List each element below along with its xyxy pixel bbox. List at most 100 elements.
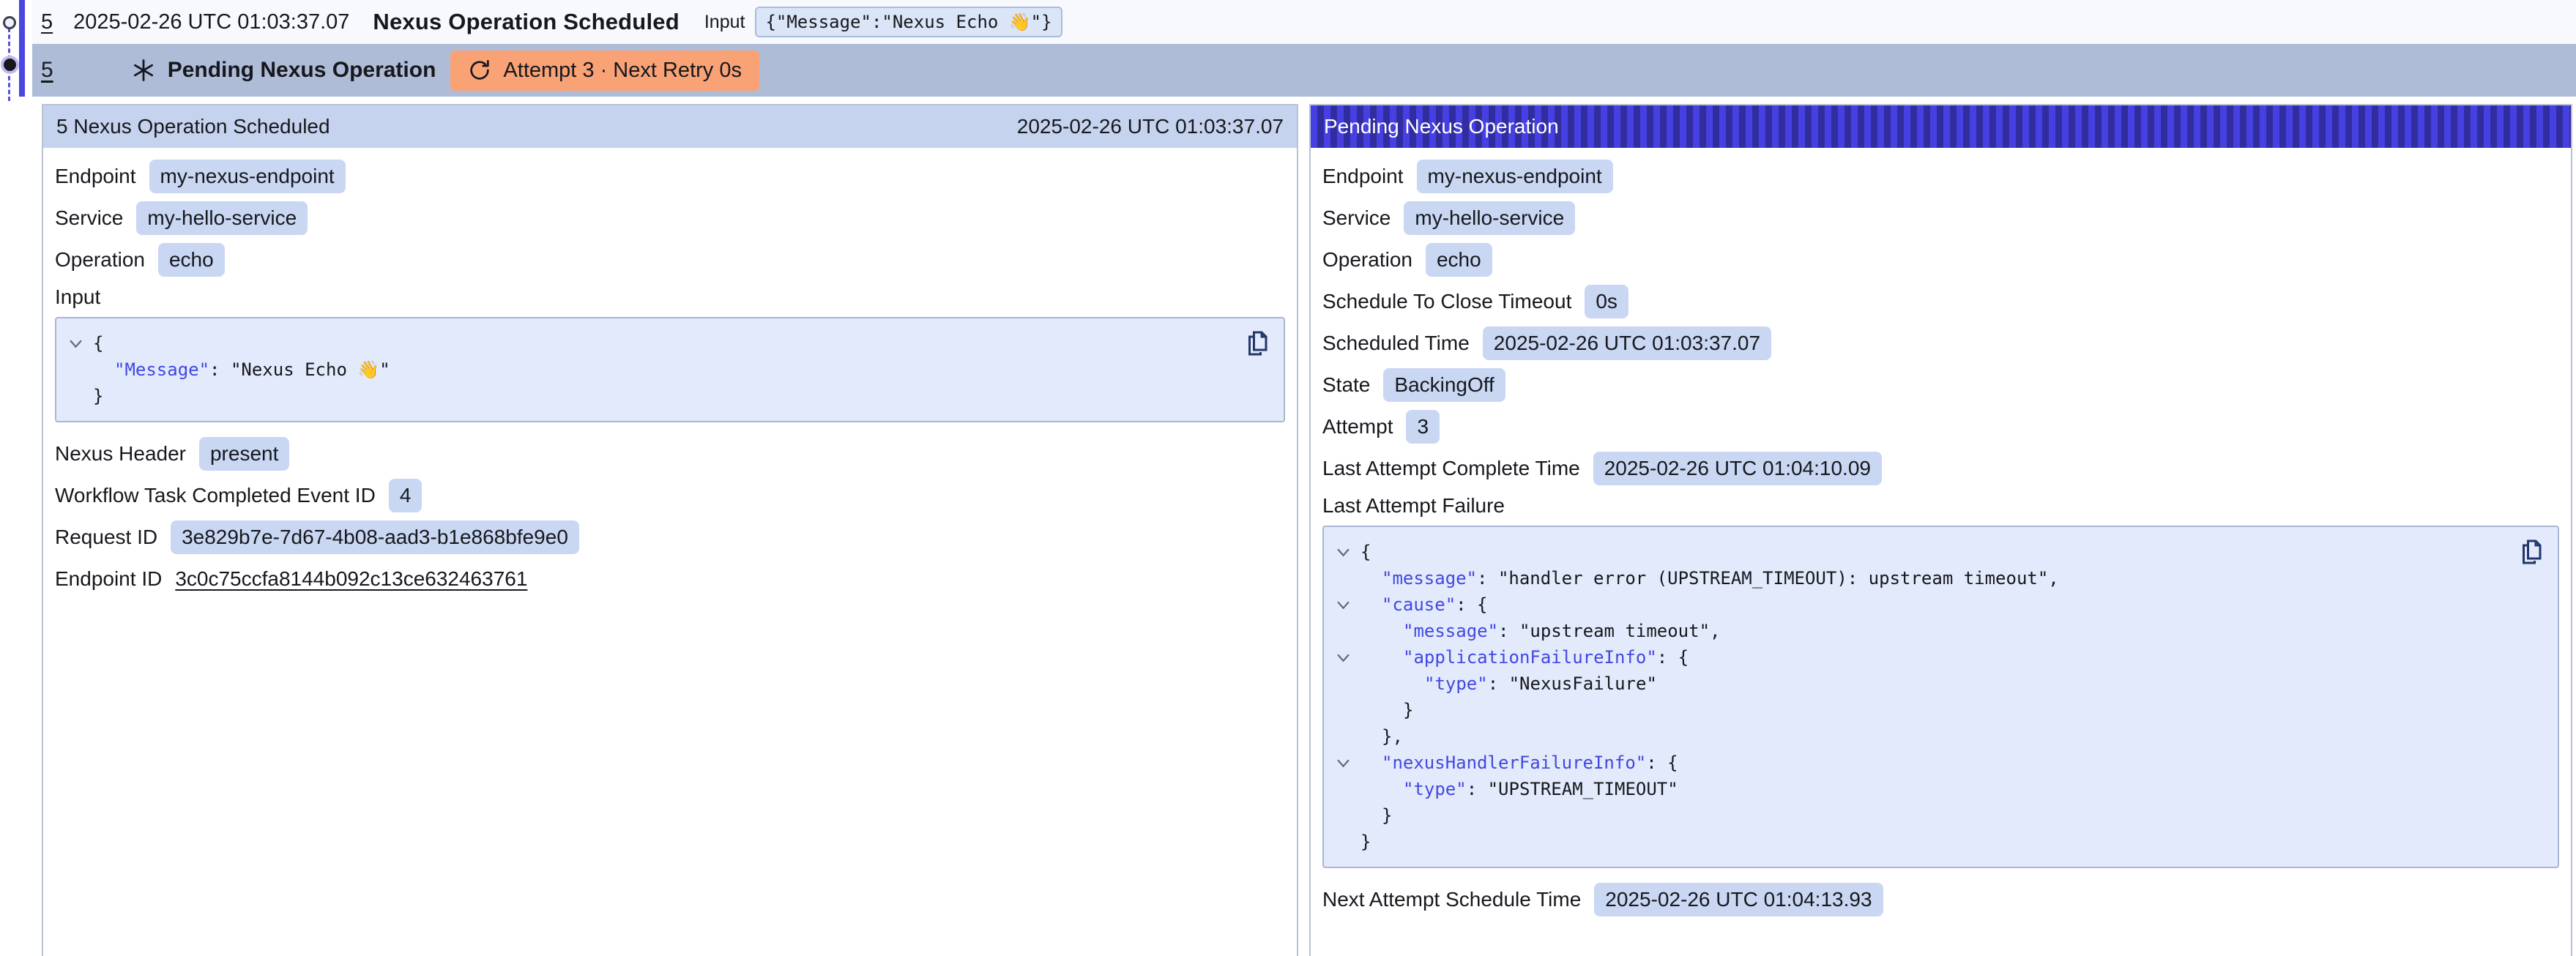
json-key: "message" xyxy=(1403,621,1498,641)
collapse-caret-icon[interactable] xyxy=(70,339,93,348)
field-label: Endpoint xyxy=(1322,165,1404,188)
field-label: Nexus Header xyxy=(55,442,186,466)
retry-badge-text: Attempt 3 · Next Retry 0s xyxy=(503,59,742,83)
field-value-badge: my-nexus-endpoint xyxy=(1417,160,1613,193)
field-label: Service xyxy=(55,206,123,230)
json-value: : "UPSTREAM_TIMEOUT" xyxy=(1467,779,1678,799)
workflow-event-history: 5 2025-02-26 UTC 01:03:37.07 Nexus Opera… xyxy=(0,0,2576,956)
field-label: Last Attempt Complete Time xyxy=(1322,457,1580,480)
json-line-text: } xyxy=(1403,697,1413,723)
field-value-badge: echo xyxy=(158,243,225,277)
pending-operation-panel: Pending Nexus Operation Endpoint my-nexu… xyxy=(1309,104,2572,956)
json-line: "applicationFailureInfo": { xyxy=(1337,644,2545,671)
retry-attempt-badge[interactable]: Attempt 3 · Next Retry 0s xyxy=(450,51,759,91)
event-id-link[interactable]: 5 xyxy=(41,58,53,83)
field-label: Operation xyxy=(1322,248,1412,272)
field-row: Endpoint my-nexus-endpoint xyxy=(1322,155,2559,197)
field-row: Operation echo xyxy=(55,239,1285,280)
panel-title: Pending Nexus Operation xyxy=(1324,115,1559,138)
endpoint-id-link[interactable]: 3c0c75ccfa8144b092c13ce632463761 xyxy=(175,567,527,591)
json-value: } xyxy=(1382,805,1392,826)
field-label: Endpoint ID xyxy=(55,567,162,591)
collapse-caret-icon[interactable] xyxy=(1337,600,1360,610)
selected-event-indicator-bar xyxy=(19,0,25,97)
field-label: Endpoint xyxy=(55,165,136,188)
json-line: } xyxy=(1337,697,2545,723)
json-line-text: "type": "NexusFailure" xyxy=(1424,671,1657,697)
field-value-badge: 4 xyxy=(389,479,422,512)
timeline-node-current-icon xyxy=(4,59,16,71)
field-value-badge: 3 xyxy=(1406,410,1440,444)
json-key: "type" xyxy=(1424,673,1488,694)
event-timestamp: 2025-02-26 UTC 01:03:37.07 xyxy=(73,10,349,34)
json-line: }, xyxy=(1337,723,2545,750)
event-row-pending[interactable]: 5 Pending Nexus Operation Attempt 3 · Ne… xyxy=(32,44,2576,97)
field-row: Endpoint ID 3c0c75ccfa8144b092c13ce63246… xyxy=(55,558,1285,600)
field-value-badge: 2025-02-26 UTC 01:04:13.93 xyxy=(1594,883,1883,916)
field-row: Workflow Task Completed Event ID 4 xyxy=(55,474,1285,516)
json-value: { xyxy=(93,333,103,354)
fields-top: Endpoint my-nexus-endpoint Service my-he… xyxy=(1322,155,2559,489)
field-value-badge: 0s xyxy=(1585,285,1628,318)
failure-json-viewer: { "message": "handler error (UPSTREAM_TI… xyxy=(1322,526,2559,868)
retry-icon xyxy=(468,59,491,82)
json-line-text: "cause": { xyxy=(1382,591,1488,618)
field-label: Next Attempt Schedule Time xyxy=(1322,888,1581,911)
json-key: "Message" xyxy=(114,359,209,380)
field-value-badge: present xyxy=(199,437,289,471)
json-line: "type": "UPSTREAM_TIMEOUT" xyxy=(1337,776,2545,802)
json-line-text: { xyxy=(1360,539,1371,565)
json-line: { xyxy=(1337,539,2545,565)
input-section-label: Input xyxy=(55,280,1285,314)
json-value: : "handler error (UPSTREAM_TIMEOUT): ups… xyxy=(1477,568,2059,589)
field-value-badge: echo xyxy=(1426,243,1492,277)
json-value: { xyxy=(1360,542,1371,562)
pending-panel-body: Endpoint my-nexus-endpoint Service my-he… xyxy=(1311,148,2571,927)
field-row: Service my-hello-service xyxy=(55,197,1285,239)
input-preview-pill[interactable]: {"Message":"Nexus Echo 👋"} xyxy=(755,7,1062,37)
json-value: : "NexusFailure" xyxy=(1488,673,1657,694)
field-label: State xyxy=(1322,373,1370,397)
field-row: Operation echo xyxy=(1322,239,2559,280)
json-value: : "upstream timeout", xyxy=(1498,621,1720,641)
field-row: State BackingOff xyxy=(1322,364,2559,406)
json-line: "Message": "Nexus Echo 👋" xyxy=(70,356,1270,383)
field-label: Operation xyxy=(55,248,145,272)
collapse-caret-icon[interactable] xyxy=(1337,653,1360,662)
input-json-viewer: { "Message": "Nexus Echo 👋" xyxy=(55,317,1285,422)
collapse-caret-icon[interactable] xyxy=(1337,758,1360,768)
field-value-badge: 2025-02-26 UTC 01:04:10.09 xyxy=(1593,452,1882,485)
field-row: Last Attempt Complete Time 2025-02-26 UT… xyxy=(1322,447,2559,489)
json-line: "nexusHandlerFailureInfo": { xyxy=(1337,750,2545,776)
json-line-text: } xyxy=(93,383,103,409)
event-detail-area: 5 Nexus Operation Scheduled 2025-02-26 U… xyxy=(0,104,2576,956)
scheduled-event-panel: 5 Nexus Operation Scheduled 2025-02-26 U… xyxy=(42,104,1298,956)
json-value: : { xyxy=(1646,753,1678,773)
field-label: Request ID xyxy=(55,526,157,549)
json-value: : { xyxy=(1657,647,1689,668)
pending-operation-title: Pending Nexus Operation xyxy=(168,58,436,83)
field-label: Schedule To Close Timeout xyxy=(1322,290,1571,313)
fields-top: Endpoint my-nexus-endpoint Service my-he… xyxy=(55,155,1285,280)
json-line-text: "applicationFailureInfo": { xyxy=(1403,644,1689,671)
copy-button[interactable] xyxy=(2518,537,2545,567)
json-line-text: "type": "UPSTREAM_TIMEOUT" xyxy=(1403,776,1678,802)
json-line-text: "Message": "Nexus Echo 👋" xyxy=(114,356,390,383)
json-key: "message" xyxy=(1382,568,1477,589)
json-line: { xyxy=(70,330,1270,356)
scheduled-panel-body: Endpoint my-nexus-endpoint Service my-he… xyxy=(43,148,1297,607)
json-lines: { "message": "handler error (UPSTREAM_TI… xyxy=(1337,539,2545,855)
json-value: }, xyxy=(1382,726,1403,747)
field-row: Next Attempt Schedule Time 2025-02-26 UT… xyxy=(1322,878,2559,920)
event-id-link[interactable]: 5 xyxy=(41,10,53,34)
json-line-text: { xyxy=(93,330,103,356)
json-key: "applicationFailureInfo" xyxy=(1403,647,1657,668)
copy-button[interactable] xyxy=(1244,329,1270,358)
json-line: } xyxy=(70,383,1270,409)
field-row: Attempt 3 xyxy=(1322,406,2559,447)
event-row-scheduled[interactable]: 5 2025-02-26 UTC 01:03:37.07 Nexus Opera… xyxy=(32,0,2576,44)
field-label: Service xyxy=(1322,206,1391,230)
json-line: } xyxy=(1337,802,2545,829)
collapse-caret-icon[interactable] xyxy=(1337,548,1360,557)
scheduled-panel-header: 5 Nexus Operation Scheduled 2025-02-26 U… xyxy=(43,105,1297,148)
